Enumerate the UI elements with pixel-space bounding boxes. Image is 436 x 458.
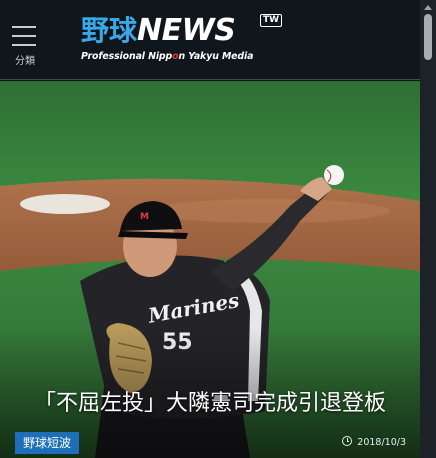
article-headline[interactable]: 「不屈左投」大隣憲司完成引退登板 xyxy=(0,385,420,417)
clock-icon xyxy=(342,436,353,446)
logo-kanji: 野球 xyxy=(81,14,138,47)
page: 分類 野球NEWS TW Professional Nippon Yakyu M… xyxy=(0,0,436,458)
logo-subtitle-part-a: Professional Nipp xyxy=(81,51,173,62)
page-scrollbar[interactable] xyxy=(420,0,436,458)
logo-subtitle-part-b: n Yakyu Media xyxy=(178,51,254,62)
svg-text:M: M xyxy=(140,212,149,222)
hamburger-menu-icon xyxy=(12,26,36,46)
site-logo[interactable]: 野球NEWS TW Professional Nippon Yakyu Medi… xyxy=(78,14,284,68)
logo-wordmark: 野球NEWS xyxy=(81,13,236,48)
article-date-text: 2018/10/3 xyxy=(357,437,406,448)
menu-button[interactable]: 分類 xyxy=(8,20,42,68)
article-date: 2018/10/3 xyxy=(342,436,406,448)
site-header: 分類 野球NEWS TW Professional Nippon Yakyu M… xyxy=(0,0,420,80)
logo-news: NEWS xyxy=(137,13,236,48)
category-tag[interactable]: 野球短波 xyxy=(15,432,80,454)
featured-article[interactable]: M Marines 55 「不屈左投」大隣憲司完成引退登板 野球短波 2018/… xyxy=(0,81,420,458)
logo-tw-badge: TW xyxy=(260,14,283,27)
menu-label: 分類 xyxy=(15,56,35,67)
logo-subtitle: Professional Nippon Yakyu Media xyxy=(81,51,253,62)
scroll-thumb[interactable] xyxy=(424,14,432,60)
scroll-up-arrow-icon[interactable] xyxy=(424,5,432,10)
